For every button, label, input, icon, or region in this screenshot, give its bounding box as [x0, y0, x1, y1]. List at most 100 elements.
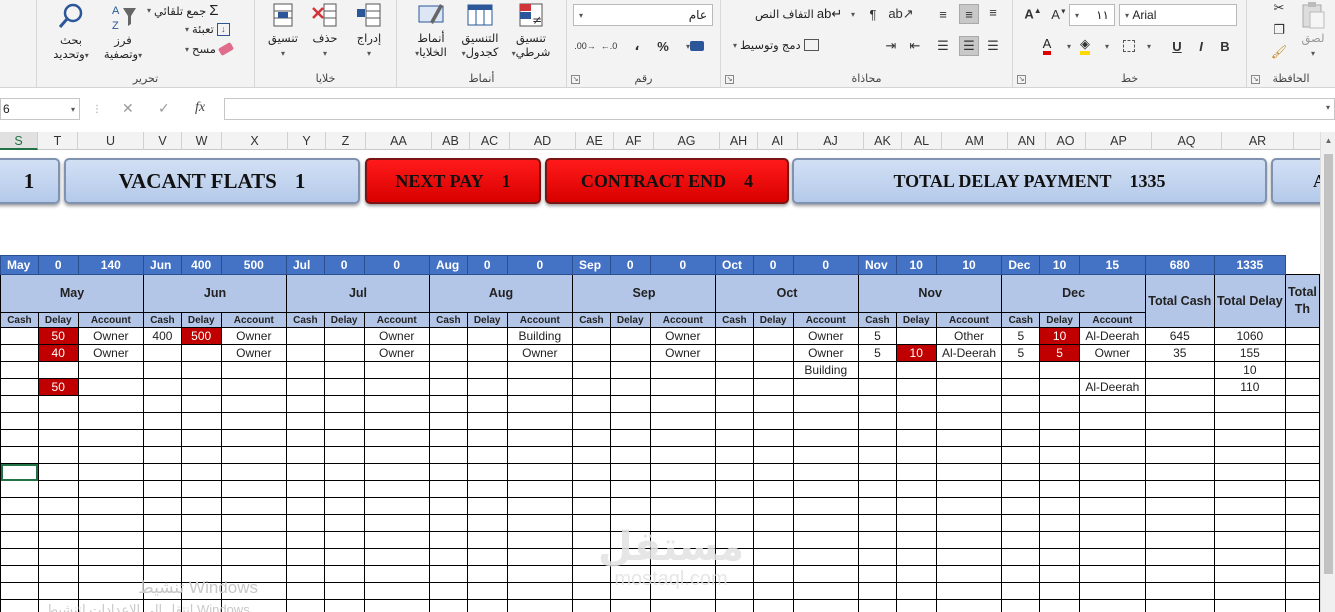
month-total-name[interactable]: Jun — [143, 255, 182, 275]
table-cell[interactable] — [609, 463, 651, 481]
table-cell[interactable] — [466, 565, 508, 583]
table-cell[interactable]: 500 — [180, 327, 222, 345]
table-cell[interactable] — [609, 582, 651, 600]
table-cell[interactable] — [506, 548, 574, 566]
delay-subheader[interactable]: Delay — [180, 312, 222, 328]
cash-subheader[interactable]: Cash — [286, 312, 325, 328]
table-cell[interactable]: Building — [506, 327, 574, 345]
column-header[interactable]: S — [0, 132, 38, 150]
table-cell[interactable] — [286, 514, 325, 532]
table-cell[interactable] — [1039, 565, 1080, 583]
table-cell[interactable]: 110 — [1213, 378, 1286, 396]
table-cell[interactable] — [286, 327, 325, 345]
table-cell[interactable]: Owner — [77, 327, 145, 345]
table-cell[interactable] — [286, 412, 325, 430]
table-cell[interactable] — [1144, 446, 1215, 464]
table-cell[interactable] — [1001, 548, 1041, 566]
table-cell[interactable] — [649, 480, 717, 498]
table-cell[interactable] — [0, 446, 39, 464]
table-cell[interactable] — [1144, 463, 1215, 481]
table-cell[interactable] — [858, 395, 897, 413]
table-cell[interactable] — [752, 480, 794, 498]
table-cell[interactable] — [792, 582, 860, 600]
delay-subheader[interactable]: Delay — [752, 312, 794, 328]
cell-styles-button[interactable]: أنماط ▾الخلايا — [409, 0, 453, 61]
table-cell[interactable] — [466, 463, 508, 481]
table-cell[interactable] — [1078, 514, 1146, 532]
table-cell[interactable] — [649, 599, 717, 612]
align-right-button[interactable]: ☰ — [983, 36, 1003, 56]
table-cell[interactable] — [363, 480, 430, 498]
format-as-table-button[interactable]: التنسيق ▾كجدول — [457, 0, 503, 61]
table-cell[interactable] — [1213, 480, 1286, 498]
copy-button[interactable]: ❐ — [1269, 20, 1289, 40]
table-cell[interactable] — [858, 565, 897, 583]
table-cell[interactable] — [752, 446, 794, 464]
table-cell[interactable] — [0, 599, 39, 612]
table-cell[interactable] — [286, 497, 325, 515]
table-cell[interactable] — [858, 480, 897, 498]
table-cell[interactable] — [752, 429, 794, 447]
font-color-button[interactable]: A — [1037, 36, 1057, 56]
table-cell[interactable] — [143, 344, 182, 362]
cash-subheader[interactable]: Cash — [858, 312, 897, 328]
table-cell[interactable] — [649, 378, 717, 396]
table-cell[interactable] — [428, 446, 468, 464]
table-cell[interactable] — [609, 565, 651, 583]
table-cell[interactable] — [609, 412, 651, 430]
table-cell[interactable] — [506, 446, 574, 464]
table-cell[interactable] — [858, 514, 897, 532]
table-cell[interactable] — [180, 548, 222, 566]
table-cell[interactable] — [572, 463, 611, 481]
table-cell[interactable] — [1001, 497, 1041, 515]
table-cell[interactable] — [572, 446, 611, 464]
table-cell[interactable] — [286, 446, 325, 464]
table-cell[interactable] — [1001, 446, 1041, 464]
bold-button[interactable]: B — [1215, 36, 1235, 56]
table-cell[interactable] — [466, 395, 508, 413]
table-cell[interactable] — [428, 429, 468, 447]
month-total-cash[interactable]: 0 — [323, 255, 365, 275]
table-cell[interactable] — [895, 497, 937, 515]
table-cell[interactable] — [506, 412, 574, 430]
table-cell[interactable] — [858, 548, 897, 566]
account-subheader[interactable]: Account — [935, 312, 1003, 328]
table-cell[interactable] — [572, 599, 611, 612]
comma-style-button[interactable]: ، — [627, 36, 647, 56]
table-cell[interactable] — [143, 446, 182, 464]
table-cell[interactable] — [1039, 395, 1080, 413]
total-delay-header[interactable]: Total Delay — [1213, 274, 1286, 328]
delay-subheader[interactable]: Delay — [323, 312, 365, 328]
table-cell[interactable] — [428, 361, 468, 379]
table-cell[interactable] — [858, 361, 897, 379]
table-cell[interactable] — [1144, 378, 1215, 396]
table-cell[interactable] — [1039, 446, 1080, 464]
table-cell[interactable] — [1001, 412, 1041, 430]
column-header[interactable]: AD — [510, 132, 576, 150]
table-cell[interactable] — [895, 582, 937, 600]
table-cell[interactable] — [572, 497, 611, 515]
month-total-delay[interactable]: 10 — [935, 255, 1003, 275]
column-header[interactable]: AQ — [1152, 132, 1222, 150]
account-subheader[interactable]: Account — [649, 312, 717, 328]
table-cell[interactable]: Al-Deerah — [935, 344, 1003, 362]
total-third-header[interactable]: Total Th — [1284, 274, 1320, 328]
cash-subheader[interactable]: Cash — [0, 312, 39, 328]
table-cell[interactable] — [649, 582, 717, 600]
delay-subheader[interactable]: Delay — [609, 312, 651, 328]
table-cell[interactable] — [1213, 514, 1286, 532]
table-cell[interactable] — [1144, 514, 1215, 532]
table-cell[interactable]: 155 — [1213, 344, 1286, 362]
underline-button[interactable]: U — [1167, 36, 1187, 56]
table-cell[interactable] — [715, 395, 754, 413]
table-cell[interactable] — [572, 429, 611, 447]
table-cell[interactable] — [363, 548, 430, 566]
table-cell[interactable] — [180, 480, 222, 498]
table-cell[interactable] — [506, 497, 574, 515]
column-header[interactable]: AC — [470, 132, 510, 150]
delay-subheader[interactable]: Delay — [466, 312, 508, 328]
table-cell[interactable] — [363, 565, 430, 583]
table-cell[interactable] — [1144, 480, 1215, 498]
table-cell[interactable]: 645 — [1144, 327, 1215, 345]
column-header[interactable]: AE — [576, 132, 614, 150]
